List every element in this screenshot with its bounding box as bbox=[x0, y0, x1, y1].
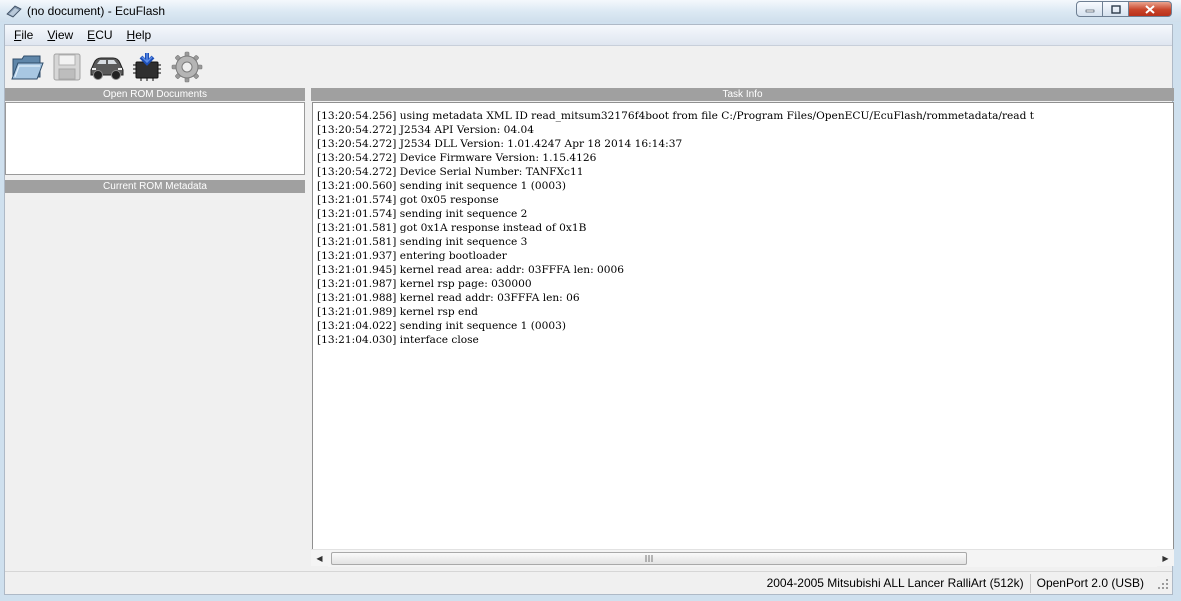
log-line: [13:21:01.581] got 0x1A response instead… bbox=[317, 222, 587, 234]
scroll-left-arrow-icon[interactable]: ◀ bbox=[311, 550, 328, 567]
scroll-thumb[interactable] bbox=[331, 551, 967, 565]
menu-help-accel: H bbox=[126, 28, 136, 42]
log-line: [13:21:01.989] kernel rsp end bbox=[317, 306, 478, 318]
open-folder-icon bbox=[11, 55, 44, 80]
menu-view[interactable]: View bbox=[40, 28, 80, 42]
task-info-header: Task Info bbox=[311, 88, 1174, 101]
rom-metadata-panel bbox=[5, 193, 305, 571]
close-icon bbox=[1145, 4, 1155, 14]
menu-view-label: iew bbox=[55, 28, 74, 42]
scroll-right-arrow-icon[interactable]: ▶ bbox=[1157, 550, 1174, 567]
settings-button[interactable] bbox=[168, 48, 206, 86]
car-icon bbox=[90, 57, 124, 80]
grip-lines-icon bbox=[645, 554, 653, 562]
resize-grip-icon[interactable] bbox=[1154, 575, 1170, 591]
log-line: [13:20:54.272] Device Serial Number: TAN… bbox=[317, 166, 584, 178]
menu-file[interactable]: File bbox=[7, 28, 40, 42]
gear-icon bbox=[171, 51, 203, 83]
read-ecu-button[interactable] bbox=[128, 48, 166, 86]
log-line: [13:21:04.022] sending init sequence 1 (… bbox=[317, 320, 566, 332]
log-line: [13:20:54.272] J2534 DLL Version: 1.01.4… bbox=[317, 138, 683, 150]
log-line: [13:21:00.560] sending init sequence 1 (… bbox=[317, 180, 566, 192]
log-lines: [13:20:54.256] using metadata XML ID rea… bbox=[313, 103, 1173, 347]
status-vehicle: 2004-2005 Mitsubishi ALL Lancer RalliArt… bbox=[766, 575, 1024, 590]
client-area: File View ECU Help Open ROM Documents Cu… bbox=[4, 24, 1174, 595]
menu-view-accel: V bbox=[47, 28, 56, 42]
rom-metadata-header: Current ROM Metadata bbox=[5, 180, 305, 193]
log-line: [13:20:54.272] Device Firmware Version: … bbox=[317, 152, 597, 164]
menu-bar: File View ECU Help bbox=[5, 25, 1172, 46]
toolbar bbox=[5, 47, 1172, 87]
status-interface: OpenPort 2.0 (USB) bbox=[1029, 573, 1150, 593]
log-line: [13:21:01.988] kernel read addr: 03FFFA … bbox=[317, 292, 580, 304]
menu-ecu[interactable]: ECU bbox=[80, 28, 119, 42]
save-disk-icon bbox=[53, 53, 81, 81]
menu-help-label: elp bbox=[135, 28, 152, 42]
window-controls bbox=[1076, 1, 1172, 17]
menu-ecu-accel: E bbox=[87, 28, 96, 42]
log-line: [13:21:01.937] entering bootloader bbox=[317, 250, 507, 262]
maximize-icon bbox=[1110, 4, 1121, 14]
close-button[interactable] bbox=[1129, 1, 1172, 17]
log-line: [13:20:54.256] using metadata XML ID rea… bbox=[317, 110, 1035, 122]
log-line: [13:21:01.574] sending init sequence 2 bbox=[317, 208, 528, 220]
minimize-button[interactable] bbox=[1076, 1, 1103, 17]
open-rom-list[interactable] bbox=[5, 102, 305, 175]
log-line: [13:20:54.272] J2534 API Version: 04.04 bbox=[317, 124, 535, 136]
open-rom-header: Open ROM Documents bbox=[5, 88, 305, 101]
minimize-icon bbox=[1085, 9, 1094, 13]
ecuflash-app-icon bbox=[6, 5, 22, 18]
log-line: [13:21:01.987] kernel rsp page: 030000 bbox=[317, 278, 532, 290]
maximize-button[interactable] bbox=[1103, 1, 1129, 17]
menu-help[interactable]: Help bbox=[120, 28, 159, 42]
title-bar[interactable]: (no document) - EcuFlash bbox=[0, 0, 1181, 22]
window-title: (no document) - EcuFlash bbox=[27, 4, 166, 18]
log-line: [13:21:01.574] got 0x05 response bbox=[317, 194, 499, 206]
ecu-chip-icon bbox=[133, 53, 161, 81]
task-info-log[interactable]: [13:20:54.256] using metadata XML ID rea… bbox=[312, 102, 1174, 566]
open-button[interactable] bbox=[8, 48, 46, 86]
menu-file-label: ile bbox=[21, 28, 34, 42]
log-line: [13:21:01.945] kernel read area: addr: 0… bbox=[317, 264, 624, 276]
log-line: [13:21:01.581] sending init sequence 3 bbox=[317, 236, 528, 248]
vehicle-button[interactable] bbox=[88, 48, 126, 86]
horizontal-scrollbar[interactable]: ◀ ▶ bbox=[311, 549, 1174, 567]
status-bar: 2004-2005 Mitsubishi ALL Lancer RalliArt… bbox=[5, 571, 1172, 594]
scroll-track[interactable] bbox=[328, 549, 1157, 567]
save-button[interactable] bbox=[48, 48, 86, 86]
menu-ecu-label: CU bbox=[95, 28, 113, 42]
log-line: [13:21:04.030] interface close bbox=[317, 334, 479, 346]
